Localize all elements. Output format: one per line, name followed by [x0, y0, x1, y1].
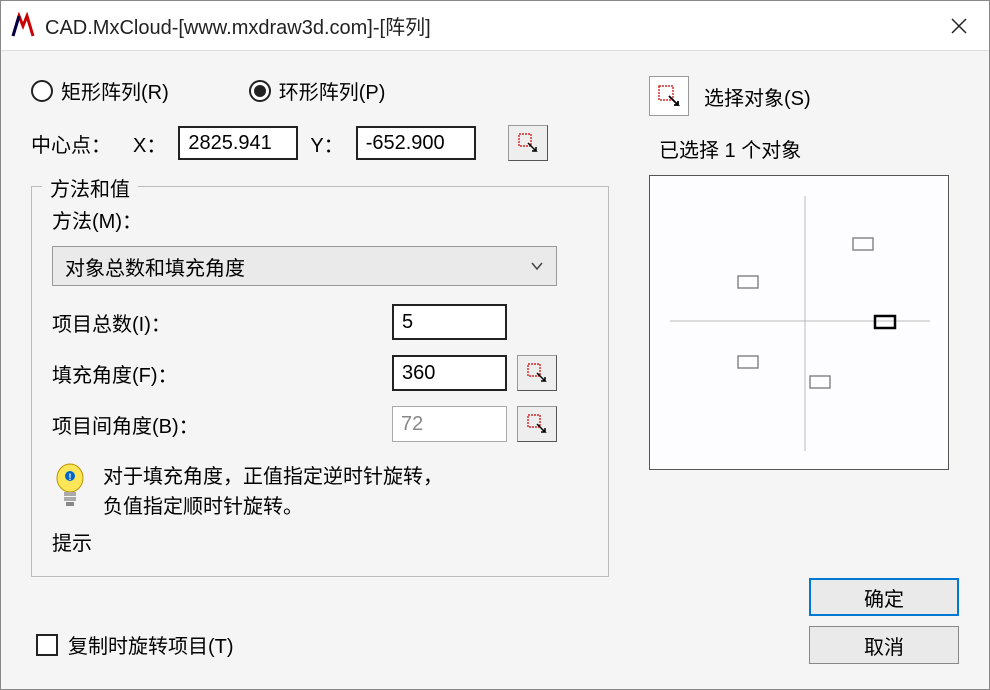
svg-text:!: ! — [69, 472, 72, 482]
chevron-down-icon — [530, 261, 544, 271]
x-label: X： — [133, 129, 166, 158]
total-items-label: 项目总数(I)： — [52, 308, 382, 337]
method-combobox[interactable]: 对象总数和填充角度 — [52, 246, 557, 286]
y-label: Y： — [310, 129, 343, 158]
pick-center-button[interactable] — [508, 125, 548, 161]
select-objects-button[interactable] — [649, 76, 689, 116]
rect-array-label: 矩形阵列(R) — [61, 76, 169, 105]
select-objects-label: 选择对象(S) — [704, 82, 811, 111]
lightbulb-icon: ! — [52, 462, 88, 513]
rect-array-radio[interactable]: 矩形阵列(R) — [31, 76, 169, 105]
polar-array-radio[interactable]: 环形阵列(P) — [249, 76, 386, 105]
center-y-input[interactable] — [356, 126, 476, 160]
hint-text: 对于填充角度，正值指定逆时针旋转， 负值指定顺时针旋转。 — [103, 462, 443, 522]
item-angle-label: 项目间角度(B)： — [52, 410, 382, 439]
method-value: 对象总数和填充角度 — [65, 252, 245, 281]
fill-angle-input[interactable] — [392, 355, 507, 391]
radio-icon — [31, 80, 53, 102]
ok-button[interactable]: 确定 — [809, 578, 959, 616]
total-items-input[interactable] — [392, 304, 507, 340]
cancel-button[interactable]: 取消 — [809, 626, 959, 664]
method-label: 方法(M)： — [52, 205, 588, 234]
app-icon — [9, 12, 37, 40]
dialog-window: CAD.MxCloud-[www.mxdraw3d.com]-[阵列] 矩形阵列… — [0, 0, 990, 690]
rotate-copy-label: 复制时旋转项目(T) — [68, 630, 234, 659]
titlebar: CAD.MxCloud-[www.mxdraw3d.com]-[阵列] — [1, 1, 989, 51]
rotate-copy-checkbox[interactable]: 复制时旋转项目(T) — [36, 630, 234, 659]
pick-fill-angle-button[interactable] — [517, 355, 557, 391]
method-groupbox: 方法和值 方法(M)： 对象总数和填充角度 项目总数(I)： 填充角度(F)： — [31, 186, 609, 577]
fill-angle-label: 填充角度(F)： — [52, 359, 382, 388]
selected-count-text: 已选择 1 个对象 — [659, 134, 959, 163]
close-button[interactable] — [936, 3, 981, 48]
center-x-input[interactable] — [178, 126, 298, 160]
checkbox-icon — [36, 634, 58, 656]
radio-icon — [249, 80, 271, 102]
item-angle-input — [392, 406, 507, 442]
preview-panel — [649, 175, 949, 470]
window-title: CAD.MxCloud-[www.mxdraw3d.com]-[阵列] — [45, 11, 936, 40]
groupbox-title: 方法和值 — [42, 173, 138, 202]
center-label: 中心点： — [31, 129, 111, 158]
pick-item-angle-button[interactable] — [517, 406, 557, 442]
polar-array-label: 环形阵列(P) — [279, 76, 386, 105]
hint-label: 提示 — [52, 527, 588, 556]
